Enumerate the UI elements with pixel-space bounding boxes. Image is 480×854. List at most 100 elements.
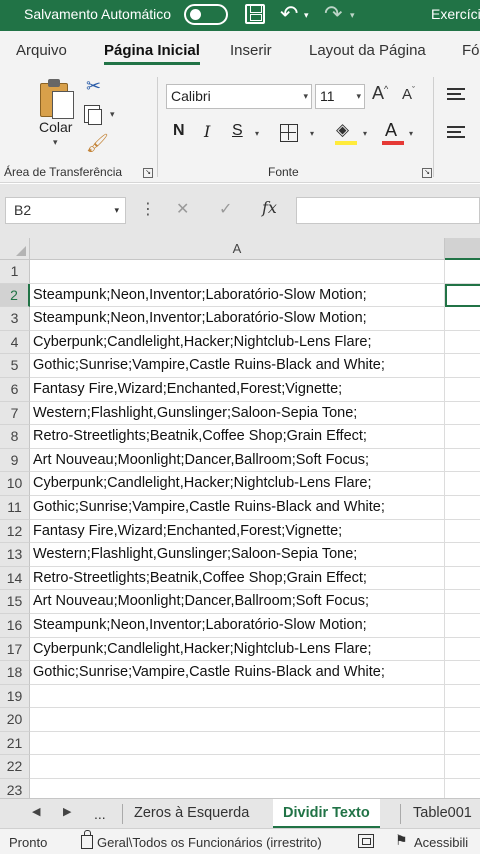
copy-icon[interactable]: [84, 105, 102, 125]
accessibility-status[interactable]: Acessibili: [414, 835, 468, 850]
row-header[interactable]: 16: [0, 613, 30, 638]
cell-a[interactable]: Western;Flashlight,Gunslinger;Saloon-Sep…: [30, 401, 445, 426]
formula-input[interactable]: [296, 197, 480, 224]
row-header[interactable]: 4: [0, 330, 30, 355]
decrease-font-size-button[interactable]: Aˇ: [402, 85, 415, 103]
redo-icon[interactable]: ↷: [324, 0, 342, 28]
cell-a[interactable]: Gothic;Sunrise;Vampire,Castle Ruins-Blac…: [30, 661, 445, 685]
row-header[interactable]: 22: [0, 755, 30, 780]
cell-b[interactable]: [445, 685, 480, 709]
cell-a[interactable]: Steampunk;Neon,Inventor;Laboratório-Slow…: [30, 283, 445, 308]
copy-dropdown-chevron-icon[interactable]: ▾: [110, 109, 115, 120]
cell-b[interactable]: [445, 661, 480, 685]
undo-dropdown-chevron-icon[interactable]: ▾: [304, 10, 309, 21]
more-sheets-button[interactable]: ...: [94, 806, 106, 822]
cell-a[interactable]: Fantasy Fire,Wizard;Enchanted,Forest;Vig…: [30, 519, 445, 544]
row-header[interactable]: 7: [0, 401, 30, 426]
font-name-select[interactable]: Calibri ▾: [166, 84, 312, 109]
cell-b[interactable]: [445, 472, 480, 496]
cell-b[interactable]: [445, 449, 480, 473]
row-header[interactable]: 8: [0, 425, 30, 449]
paste-dropdown-chevron-icon[interactable]: ▾: [53, 137, 58, 148]
row-header[interactable]: 21: [0, 731, 30, 756]
cell-b[interactable]: [445, 708, 480, 732]
italic-button[interactable]: I: [204, 122, 210, 141]
cell-a[interactable]: Art Nouveau;Moonlight;Dancer,Ballroom;So…: [30, 590, 445, 614]
sensitivity-label[interactable]: Geral\Todos os Funcionários (irrestrito): [97, 835, 322, 850]
row-header[interactable]: 11: [0, 495, 30, 520]
paste-icon[interactable]: [40, 79, 74, 119]
cell-b[interactable]: [445, 283, 480, 308]
cell-a[interactable]: Cyberpunk;Candlelight,Hacker;Nightclub-L…: [30, 637, 445, 662]
autosave-toggle[interactable]: [184, 4, 228, 25]
row-header[interactable]: 17: [0, 637, 30, 662]
align-top-icon[interactable]: [447, 88, 465, 100]
cell-a[interactable]: [30, 684, 445, 709]
cell-b[interactable]: [445, 496, 480, 520]
row-header[interactable]: 2: [0, 283, 30, 308]
cell-b[interactable]: [445, 590, 480, 614]
row-header[interactable]: 20: [0, 708, 30, 732]
cell-b[interactable]: [445, 402, 480, 426]
font-color-dropdown-chevron-icon[interactable]: ▾: [409, 129, 413, 138]
sheet-tab-zeros-a-esquerda[interactable]: Zeros à Esquerda: [134, 805, 249, 821]
underline-button[interactable]: S: [232, 122, 243, 140]
cell-b[interactable]: [445, 307, 480, 331]
column-header-b[interactable]: [445, 238, 480, 260]
cell-b[interactable]: [445, 779, 480, 798]
cell-b[interactable]: [445, 378, 480, 402]
cell-a[interactable]: Fantasy Fire,Wizard;Enchanted,Forest;Vig…: [30, 377, 445, 402]
row-header[interactable]: 18: [0, 661, 30, 685]
cell-b[interactable]: [445, 425, 480, 449]
row-header[interactable]: 6: [0, 377, 30, 402]
confirm-entry-icon[interactable]: ✓: [219, 199, 232, 219]
font-color-button[interactable]: A: [385, 120, 397, 141]
borders-dropdown-chevron-icon[interactable]: ▾: [310, 129, 314, 138]
cell-b[interactable]: [445, 732, 480, 756]
row-header[interactable]: 9: [0, 448, 30, 473]
cell-b[interactable]: [445, 354, 480, 378]
underline-dropdown-chevron-icon[interactable]: ▾: [255, 129, 259, 138]
cancel-entry-icon[interactable]: ✕: [176, 199, 189, 219]
row-header[interactable]: 14: [0, 566, 30, 591]
cell-b[interactable]: [445, 520, 480, 544]
cell-b[interactable]: [445, 614, 480, 638]
fill-color-dropdown-chevron-icon[interactable]: ▾: [363, 129, 367, 138]
cell-a[interactable]: Gothic;Sunrise;Vampire,Castle Ruins-Blac…: [30, 354, 445, 378]
cell-a[interactable]: [30, 708, 445, 732]
cell-a[interactable]: Steampunk;Neon,Inventor;Laboratório-Slow…: [30, 307, 445, 331]
row-header[interactable]: 12: [0, 519, 30, 544]
next-sheet-icon[interactable]: ▶: [63, 805, 71, 818]
tab-formulas[interactable]: Fó: [462, 42, 480, 59]
cell-b[interactable]: [445, 567, 480, 591]
cell-a[interactable]: [30, 260, 445, 284]
cell-b[interactable]: [445, 638, 480, 662]
accessibility-icon[interactable]: ⚑: [395, 832, 408, 849]
cut-icon[interactable]: ✂: [86, 76, 101, 97]
paste-button[interactable]: Colar: [39, 119, 72, 135]
cell-a[interactable]: Gothic;Sunrise;Vampire,Castle Ruins-Blac…: [30, 495, 445, 520]
macro-recording-icon[interactable]: [358, 834, 374, 848]
cell-a[interactable]: Art Nouveau;Moonlight;Dancer,Ballroom;So…: [30, 448, 445, 473]
tab-pagina-inicial[interactable]: Página Inicial: [104, 42, 200, 65]
tab-arquivo[interactable]: Arquivo: [16, 42, 67, 59]
select-all-button[interactable]: [0, 238, 30, 260]
column-header-a[interactable]: A: [30, 238, 445, 260]
row-header[interactable]: 15: [0, 590, 30, 614]
row-header[interactable]: 23: [0, 779, 30, 798]
row-header[interactable]: 13: [0, 543, 30, 567]
row-header[interactable]: 19: [0, 684, 30, 709]
increase-font-size-button[interactable]: A^: [372, 83, 388, 104]
cell-b[interactable]: [445, 543, 480, 567]
tab-inserir[interactable]: Inserir: [230, 42, 272, 59]
more-options-icon[interactable]: ⋮: [140, 199, 156, 219]
cell-a[interactable]: [30, 731, 445, 756]
name-box[interactable]: B2 ▾: [5, 197, 126, 224]
cell-a[interactable]: [30, 755, 445, 780]
align-left-icon[interactable]: [447, 126, 465, 138]
tab-layout-da-pagina[interactable]: Layout da Página: [309, 42, 426, 59]
sheet-tab-dividir-texto[interactable]: Dividir Texto: [273, 799, 380, 829]
font-size-select[interactable]: 11 ▾: [315, 84, 365, 109]
cell-a[interactable]: Cyberpunk;Candlelight,Hacker;Nightclub-L…: [30, 330, 445, 355]
cell-a[interactable]: Retro-Streetlights;Beatnik,Coffee Shop;G…: [30, 566, 445, 591]
